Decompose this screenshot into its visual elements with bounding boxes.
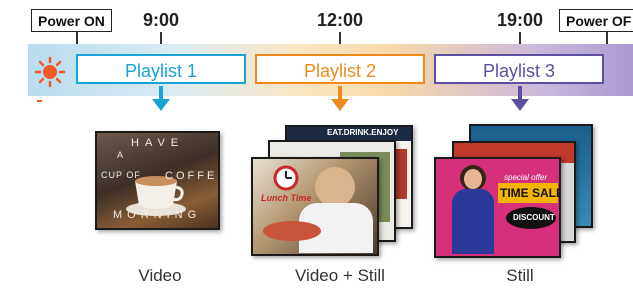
time-9: 9:00	[142, 10, 180, 30]
playlist-2-arrow-icon	[331, 99, 349, 111]
power-on-label: Power ON	[31, 9, 112, 32]
sale-special-offer: special offer	[504, 173, 548, 182]
coffee-word-2: A	[117, 150, 124, 160]
coffee-word-3: CUP OF	[101, 170, 141, 180]
caption-still: Still	[506, 266, 534, 285]
playlist-3-arrow-icon	[511, 99, 529, 111]
sun-icon	[34, 56, 66, 88]
restaurant-food-plate	[263, 221, 321, 241]
coffee-word-4: COFFEE	[165, 170, 218, 182]
restaurant-front-frame: Lunch Time	[251, 157, 379, 256]
caption-video-still: Video + Still	[295, 266, 385, 285]
coffee-word-6: MORNING	[113, 209, 202, 221]
restaurant-person-head	[315, 167, 355, 207]
playlist-2-arrow-stem	[338, 86, 342, 100]
caption-video: Video	[138, 266, 182, 285]
time-19: 19:00	[496, 10, 544, 30]
power-off-label: Power OF	[559, 9, 633, 32]
playlist-1-arrow-icon	[152, 99, 170, 111]
lunch-clock-icon	[273, 165, 299, 191]
sale-front-frame: special offer TIME SALE DISCOUNT	[434, 157, 561, 258]
playlist-2-box: Playlist 2	[255, 54, 425, 84]
coffee-word-5: THIS	[149, 189, 168, 198]
playlist-3-box: Playlist 3	[434, 54, 604, 84]
time-12: 12:00	[316, 10, 364, 30]
playlist-1-arrow-stem	[159, 86, 163, 100]
sale-person-dress	[452, 189, 494, 254]
playlist-3-arrow-stem	[518, 86, 522, 100]
lunch-time-logo: Lunch Time	[261, 193, 312, 203]
coffee-video-thumbnail: HAVE A CUP OF COFFEE THIS MORNING	[95, 131, 220, 230]
sun-marker-dash	[37, 100, 42, 102]
restaurant-banner-text: EAT.DRINK.ENJOY	[327, 128, 399, 137]
sale-person-face	[464, 169, 482, 189]
sale-discount-text: DISCOUNT	[513, 213, 555, 222]
coffee-word-1: HAVE	[131, 137, 185, 149]
moon-icon	[618, 60, 629, 82]
sale-title-text: TIME SALE	[500, 186, 561, 200]
playlist-1-box: Playlist 1	[76, 54, 246, 84]
